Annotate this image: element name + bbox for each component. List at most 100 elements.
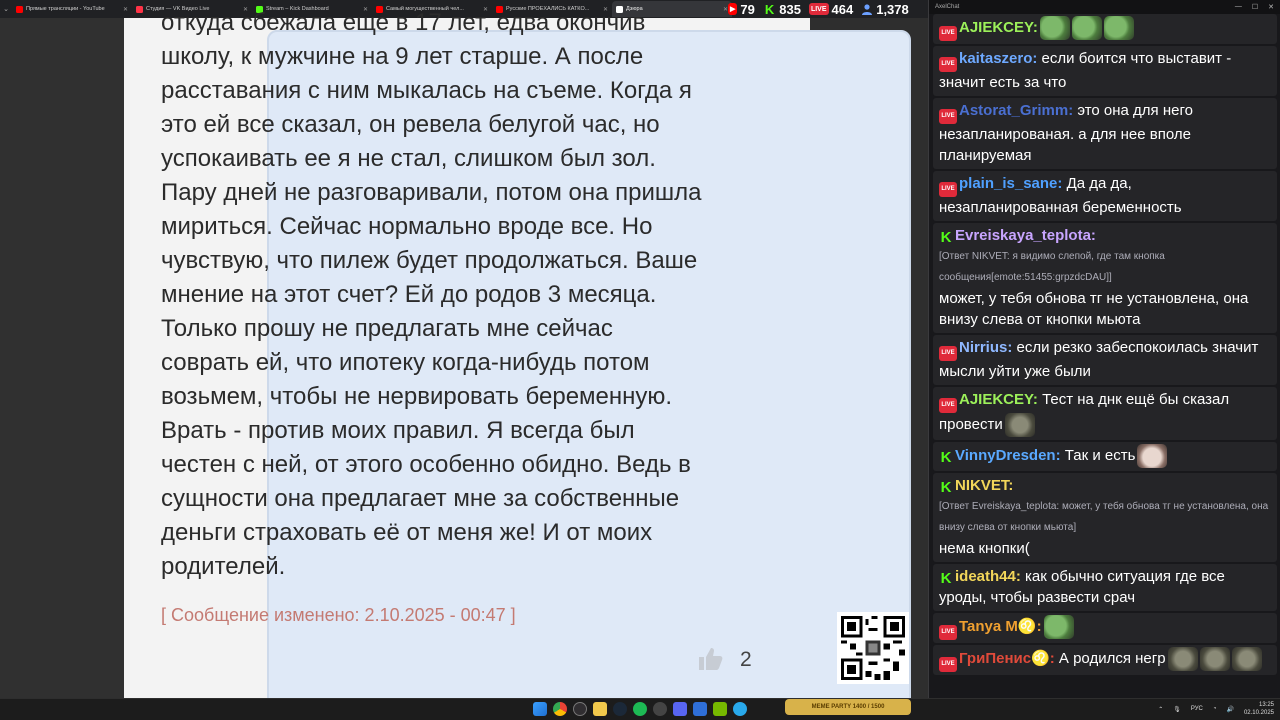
post-line: откуда сбежала еще в 17 лет, едва окончи…	[161, 9, 646, 36]
chat-username[interactable]: ideath44:	[955, 568, 1021, 585]
maximize-icon[interactable]: ☐	[1252, 3, 1258, 11]
nvidia-icon[interactable]	[713, 702, 727, 716]
chat-message[interactable]: LIVE Nirrius: если резко забеспокоилась з…	[933, 334, 1277, 385]
like-count: 2	[740, 648, 752, 671]
chat-username[interactable]: Nirrius:	[959, 339, 1012, 356]
vk-live-badge-icon: LIVE	[939, 181, 957, 197]
chat-text: нема кнопки(	[939, 539, 1030, 557]
rat-emote-icon	[1199, 646, 1230, 671]
post-line: соврать ей, что ипотеку когда-нибудь пот…	[161, 349, 650, 376]
chat-text: А родился негр	[1058, 649, 1166, 667]
chat-message-list: LIVE AJIEKCEY: LIVE kaitaszero: если боится…	[933, 14, 1277, 677]
github-icon[interactable]	[653, 702, 667, 716]
tab-title: Прямые трансляции - YouTube	[26, 6, 105, 12]
chat-text: может, у тебя обнова тг не установлена, …	[939, 289, 1249, 328]
spotify-icon[interactable]	[633, 702, 647, 716]
clock-date: 02.10.2025	[1243, 710, 1274, 716]
post-line: родителей.	[161, 553, 286, 580]
chat-username[interactable]: plain_is_sane:	[959, 175, 1062, 192]
stream-left-backdrop	[0, 18, 124, 698]
close-icon[interactable]: ✕	[1268, 3, 1274, 11]
vk-live-badge-icon: LIVE	[939, 656, 957, 672]
post-line: возьмем, чтобы не нервировать беременную…	[161, 383, 673, 410]
chat-message[interactable]: LIVE kaitaszero: если боится что выставит…	[933, 45, 1277, 96]
post-edited-note: [ Сообщение изменено: 2.10.2025 - 00:47 …	[161, 605, 516, 625]
chat-message[interactable]: K VinnyDresden: Так и есть	[933, 441, 1277, 471]
chat-message[interactable]: LIVE AJIEKCEY:	[933, 14, 1277, 44]
post-line: мнение на этот счет? Ей до родов 3 месяц…	[161, 281, 657, 308]
counter-vk-live: LIVE 464	[808, 2, 853, 17]
tab-list-button[interactable]: ⌄	[0, 2, 12, 16]
chat-username[interactable]: AJIEKCEY:	[959, 19, 1038, 36]
counter-value: 835	[779, 1, 801, 17]
chat-window-title: AxelChat	[935, 4, 960, 10]
post-line: успокаивать ее я не стал, слишком был зо…	[161, 145, 656, 172]
microphone-icon[interactable]: 🎙	[1173, 706, 1181, 713]
chat-panel: AxelChat — ☐ ✕ LIVE AJIEKCEY: LIVE kaitasze…	[928, 0, 1280, 698]
chat-message[interactable]: K Evreiskaya_teplota: [Ответ NIKVET: я вид…	[933, 222, 1277, 333]
chat-username[interactable]: kaitaszero:	[959, 50, 1037, 67]
telegram-icon[interactable]	[733, 702, 747, 716]
rat-emote-icon	[1004, 412, 1035, 437]
post-line: школу, к мужчине на 9 лет старше. А посл…	[161, 43, 644, 70]
discord-icon[interactable]	[673, 702, 687, 716]
folder-icon[interactable]	[593, 702, 607, 716]
vk-live-icon: LIVE	[808, 3, 829, 15]
minimize-icon[interactable]: —	[1235, 3, 1242, 11]
chat-username[interactable]: VinnyDresden:	[955, 447, 1061, 464]
chat-username[interactable]: Astorat_Grimm:	[959, 102, 1073, 119]
chat-message[interactable]: LIVE AJIEKCEY: Тест на днк ещё бы сказал …	[933, 386, 1277, 440]
vk-live-badge-icon: LIVE	[939, 25, 957, 41]
post-line: сущности она предлагает мне за собственн…	[161, 485, 680, 512]
total-viewers-icon	[861, 3, 873, 15]
post-text: откуда сбежала еще в 17 лет, едва окончи…	[161, 6, 771, 584]
post-line: деньги страховать её от меня же! И от мо…	[161, 519, 653, 546]
rat-emote-icon	[1167, 646, 1198, 671]
chat-window-titlebar: AxelChat — ☐ ✕	[929, 0, 1280, 14]
vk-live-badge-icon: LIVE	[939, 624, 957, 640]
qr-code	[837, 612, 909, 684]
vk-live-badge-icon: LIVE	[939, 108, 957, 124]
chat-username[interactable]: Evreiskaya_teplota:	[955, 227, 1096, 244]
tab-favicon-icon	[16, 5, 23, 13]
windows-start-icon[interactable]	[533, 702, 547, 716]
chat-message[interactable]: Kideath44: как обычно ситуация где все у…	[933, 563, 1277, 611]
chat-message[interactable]: LIVE Tanya M♌:	[933, 612, 1277, 643]
obs-icon[interactable]	[573, 702, 587, 716]
pepe-emote-icon	[1039, 16, 1070, 40]
taskbar-apps	[533, 702, 747, 716]
meme-party-progress: MEME PARTY 1400 / 1500	[785, 699, 911, 715]
kick-badge-icon: K	[940, 228, 952, 246]
chrome-icon[interactable]	[553, 702, 567, 716]
chat-username[interactable]: AJIEKCEY:	[959, 391, 1038, 408]
volume-icon[interactable]: 🔊	[1226, 706, 1233, 713]
chat-username[interactable]: Tanya M♌:	[959, 618, 1042, 635]
chat-message[interactable]: K NIKVET: [Ответ Evreiskaya_teplota: может…	[933, 472, 1277, 562]
clock[interactable]: 13:25 02.10.2025	[1244, 701, 1274, 717]
pepe-emote-icon	[1043, 614, 1074, 639]
pepe-emote-icon	[1071, 16, 1102, 40]
chat-username[interactable]: ГриПенис♌:	[959, 650, 1055, 667]
vk-live-badge-icon: LIVE	[939, 397, 957, 413]
chevron-up-icon[interactable]: ⌃	[1158, 706, 1163, 713]
language-indicator[interactable]: РУС	[1191, 706, 1203, 712]
tab-close-icon[interactable]: ✕	[123, 6, 128, 13]
vk-live-badge-icon: LIVE	[939, 56, 957, 72]
chat-message[interactable]: LIVE ГриПенис♌: А родился негр	[933, 644, 1277, 675]
post-line: Пару дней не разговаривали, потом она пр…	[161, 179, 702, 206]
post-line: Только прошу не предлагать мне сейчас	[161, 315, 613, 342]
browser-tab[interactable]: Прямые трансляции - YouTube ✕	[12, 1, 132, 17]
media-player-icon[interactable]	[693, 702, 707, 716]
steam-icon[interactable]	[613, 702, 627, 716]
screen: ⌄ Прямые трансляции - YouTube ✕ Студия — V…	[0, 0, 1280, 720]
post-line: Врать - против моих правил. Я всегда был	[161, 417, 635, 444]
network-icon[interactable]: ◔	[1213, 706, 1217, 712]
thumbs-up-icon[interactable]	[697, 646, 725, 672]
post-line: расставания с ним мыкалась на съеме. Ког…	[161, 77, 692, 104]
rat-emote-icon	[1231, 646, 1262, 671]
chat-message[interactable]: LIVE plain_is_sane: Да да да, незапланиро…	[933, 170, 1277, 221]
chat-username[interactable]: NIKVET:	[955, 477, 1013, 494]
post-line: честен с ней, от этого особенно обидно. …	[161, 451, 691, 478]
cat-emote-icon	[1137, 443, 1168, 468]
chat-message[interactable]: LIVE Astorat_Grimm: это она для него неза…	[933, 97, 1277, 169]
